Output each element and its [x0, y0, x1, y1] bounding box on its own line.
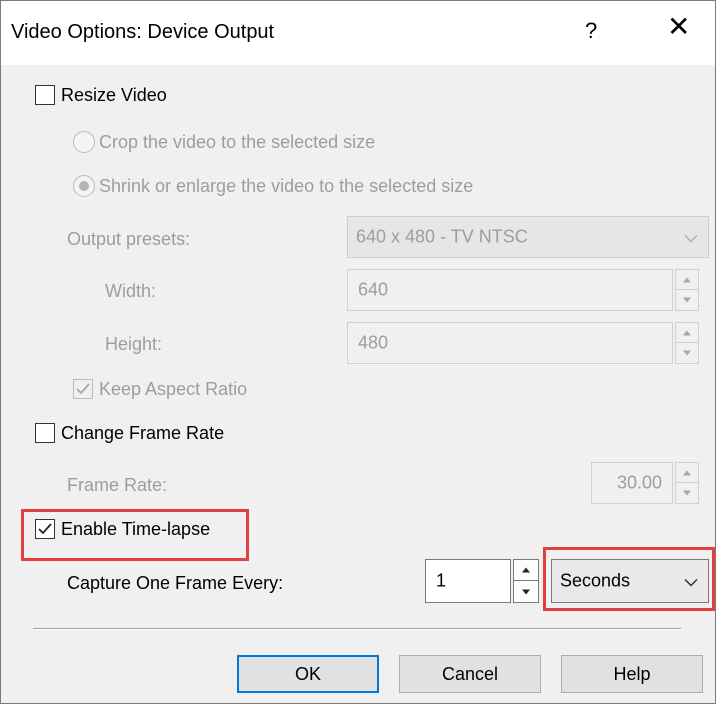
caret-down-icon	[683, 490, 691, 496]
caret-down-icon	[683, 297, 691, 303]
height-value: 480	[358, 332, 389, 353]
checkmark-icon	[76, 383, 90, 395]
capture-interval-spinner[interactable]	[513, 559, 539, 603]
frame-rate-value: 30.00	[616, 472, 662, 493]
keep-aspect-ratio-checkbox[interactable]	[73, 379, 93, 399]
change-frame-rate-label: Change Frame Rate	[61, 423, 225, 443]
output-presets-value: 640 x 480 - TV NTSC	[356, 226, 528, 247]
frame-rate-spin-down[interactable]	[676, 483, 698, 503]
resize-video-checkbox[interactable]	[35, 85, 55, 105]
caret-down-icon	[683, 350, 691, 356]
capture-interval-spin-up[interactable]	[514, 560, 538, 581]
height-spin-up[interactable]	[676, 323, 698, 343]
caret-up-icon	[683, 330, 691, 335]
height-spin-down[interactable]	[676, 343, 698, 363]
time-unit-dropdown[interactable]: Seconds	[551, 559, 709, 603]
caret-up-icon	[683, 470, 691, 475]
width-input[interactable]: 640	[347, 269, 673, 311]
width-spin-down[interactable]	[676, 290, 698, 310]
window-title: Video Options: Device Output	[11, 21, 275, 43]
keep-aspect-ratio-label: Keep Aspect Ratio	[99, 379, 248, 399]
close-icon[interactable]: ✕	[667, 13, 690, 41]
height-spinner[interactable]	[675, 322, 699, 364]
separator-highlight	[33, 629, 681, 630]
checkmark-icon	[38, 523, 52, 535]
capture-interval-value: 1	[436, 570, 447, 591]
radio-selected-dot	[79, 181, 89, 191]
caret-up-icon	[683, 277, 691, 282]
time-unit-value: Seconds	[560, 570, 631, 591]
enable-time-lapse-label: Enable Time-lapse	[61, 519, 211, 539]
help-icon[interactable]: ?	[585, 18, 597, 44]
height-label: Height:	[105, 334, 163, 354]
width-spin-up[interactable]	[676, 270, 698, 290]
frame-rate-input[interactable]: 30.00	[591, 462, 673, 504]
frame-rate-spin-up[interactable]	[676, 463, 698, 483]
output-presets-label: Output presets:	[67, 229, 191, 249]
ok-button[interactable]: OK	[237, 655, 379, 693]
crop-radio[interactable]	[73, 131, 95, 153]
caret-up-icon	[522, 567, 530, 573]
frame-rate-label: Frame Rate:	[67, 475, 168, 495]
resize-video-label: Resize Video	[61, 85, 167, 105]
chevron-down-icon	[684, 227, 698, 248]
capture-interval-spin-down[interactable]	[514, 581, 538, 602]
frame-rate-spinner[interactable]	[675, 462, 699, 504]
height-input[interactable]: 480	[347, 322, 673, 364]
chevron-down-icon	[684, 571, 698, 592]
change-frame-rate-checkbox[interactable]	[35, 423, 55, 443]
output-presets-dropdown[interactable]: 640 x 480 - TV NTSC	[347, 216, 709, 258]
title-bar: Video Options: Device Output ? ✕	[1, 1, 715, 65]
width-label: Width:	[105, 281, 157, 301]
video-options-dialog: Video Options: Device Output ? ✕ Resize …	[0, 0, 716, 704]
capture-interval-input[interactable]: 1	[425, 559, 511, 603]
help-button[interactable]: Help	[561, 655, 703, 693]
enable-time-lapse-checkbox[interactable]	[35, 519, 55, 539]
crop-label: Crop the video to the selected size	[99, 132, 376, 152]
shrink-label: Shrink or enlarge the video to the selec…	[99, 176, 474, 196]
width-spinner[interactable]	[675, 269, 699, 311]
shrink-radio[interactable]	[73, 175, 95, 197]
width-value: 640	[358, 279, 389, 300]
caret-down-icon	[522, 589, 530, 594]
cancel-button[interactable]: Cancel	[399, 655, 541, 693]
capture-interval-label: Capture One Frame Every:	[67, 573, 284, 593]
